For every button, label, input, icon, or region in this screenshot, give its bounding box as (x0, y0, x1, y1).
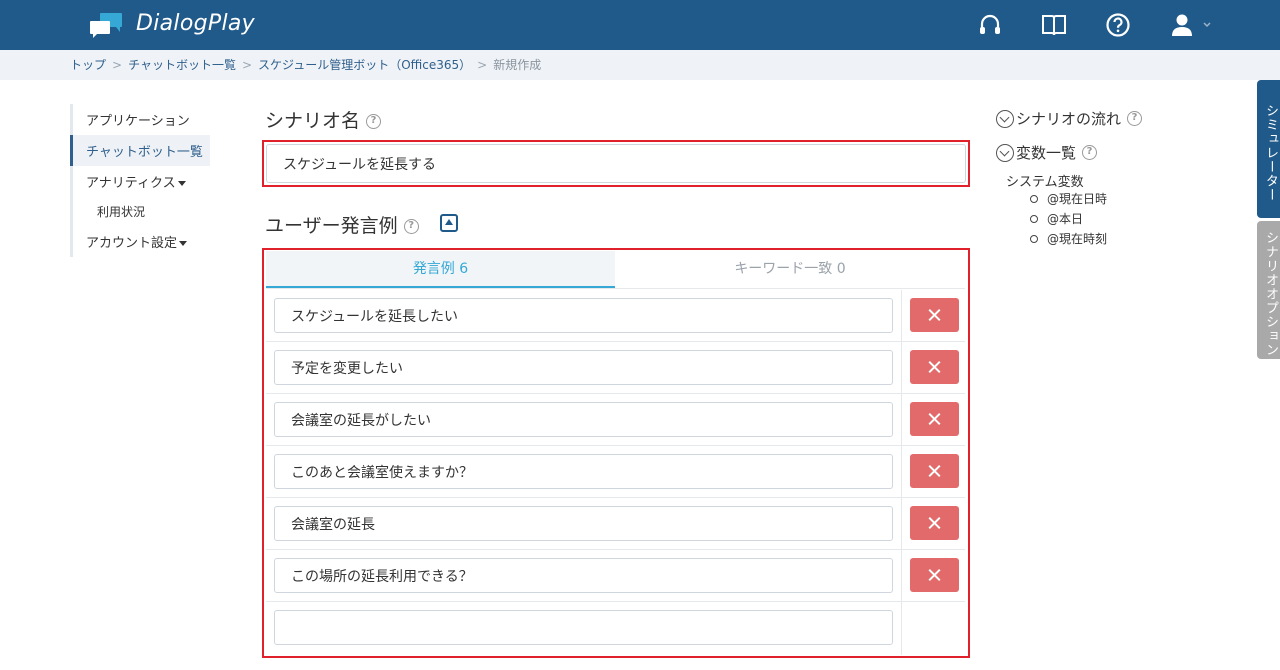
variables-toggle[interactable]: 変数一覧 ? (996, 142, 1098, 163)
utterance-text: スケジュールを延長したい (291, 308, 459, 325)
row-divider (266, 393, 965, 394)
user-icon[interactable] (1170, 12, 1216, 38)
row-divider (266, 549, 965, 550)
row-divider (266, 341, 965, 342)
utterance-text: 会議室の延長 (291, 516, 375, 533)
chevron-down-circle-icon (996, 109, 1014, 128)
logo-icon[interactable] (88, 11, 124, 39)
delete-button[interactable] (910, 506, 959, 540)
help-circle-icon[interactable]: ? (1127, 111, 1143, 126)
sidebar-item-analytics[interactable]: アナリティクス (70, 166, 210, 197)
list-item[interactable]: @現在日時 (1030, 191, 1107, 211)
chevron-down-circle-icon (996, 143, 1014, 162)
row-divider (266, 445, 965, 446)
utterance-title: ユーザー発言例 (265, 215, 398, 237)
breadcrumb-separator: > (477, 58, 488, 72)
delete-button[interactable] (910, 350, 959, 384)
utterance-input[interactable]: このあと会議室使えますか？ (274, 454, 893, 489)
tab-keyword-match[interactable]: キーワード一致 0 (615, 251, 965, 288)
breadcrumb-current: 新規作成 (493, 58, 542, 72)
scenario-name-title: シナリオ名 (265, 110, 361, 132)
breadcrumb-chatbot-list[interactable]: チャットボット一覧 (128, 58, 236, 72)
delete-button[interactable] (910, 454, 959, 488)
sidebar-item-label: アナリティクス (86, 176, 176, 191)
top-bar: DialogPlay (0, 0, 1280, 50)
headset-icon[interactable] (977, 12, 1003, 38)
utterance-input[interactable]: この場所の延長利用できる？ (274, 558, 893, 593)
tab-utterance-examples[interactable]: 発言例 6 (266, 251, 615, 288)
breadcrumb-separator: > (112, 58, 123, 72)
scenario-options-tab[interactable]: シナリオオプション (1257, 221, 1280, 359)
list-item[interactable]: @本日 (1030, 211, 1107, 231)
utterance-text: 予定を変更したい (291, 360, 403, 377)
breadcrumb-bot[interactable]: スケジュール管理ボット（Office365） (258, 58, 471, 72)
help-circle-icon[interactable]: ? (366, 114, 382, 129)
row-divider (266, 497, 965, 498)
utterance-heading: ユーザー発言例? (265, 211, 419, 238)
scenario-flow-label: シナリオの流れ (1016, 110, 1122, 128)
utterance-text: このあと会議室使えますか？ (291, 464, 473, 481)
system-variables-list: @現在日時 @本日 @現在時刻 (1030, 191, 1107, 251)
breadcrumb-separator: > (241, 58, 253, 72)
utterance-input[interactable]: 予定を変更したい (274, 350, 893, 385)
scenario-name-value: スケジュールを延長する (283, 156, 437, 173)
utterance-tabs: 発言例 6 キーワード一致 0 (266, 251, 965, 289)
row-divider (266, 601, 965, 602)
caret-down-icon (179, 241, 188, 246)
collapse-up-icon[interactable] (440, 214, 458, 232)
list-item[interactable]: @現在時刻 (1030, 231, 1107, 251)
book-icon[interactable] (1041, 12, 1067, 38)
sidebar-item-usage[interactable]: 利用状況 (70, 197, 210, 226)
sidebar: アプリケーション チャットボット一覧 アナリティクス 利用状況 アカウント設定 (70, 104, 210, 257)
help-circle-icon[interactable]: ? (403, 219, 419, 234)
brand-name[interactable]: DialogPlay (136, 11, 255, 36)
breadcrumb-top[interactable]: トップ (70, 58, 106, 72)
scenario-name-input[interactable]: スケジュールを延長する (266, 144, 966, 183)
system-variables-title: システム変数 (1006, 175, 1084, 190)
help-icon[interactable] (1105, 12, 1131, 38)
utterance-input[interactable]: スケジュールを延長したい (274, 298, 893, 333)
sidebar-item-chatbot-list[interactable]: チャットボット一覧 (70, 135, 210, 166)
new-utterance-input[interactable] (274, 610, 893, 645)
sidebar-item-label: アカウント設定 (86, 236, 178, 251)
delete-button[interactable] (910, 558, 959, 592)
breadcrumb: トップ > チャットボット一覧 > スケジュール管理ボット（Office365） > 新規作… (0, 50, 1280, 80)
delete-button[interactable] (910, 298, 959, 332)
scenario-flow-toggle[interactable]: シナリオの流れ ? (996, 108, 1143, 129)
sidebar-item-label: 利用状況 (97, 205, 146, 219)
sidebar-item-label: アプリケーション (86, 114, 190, 129)
sidebar-item-account-settings[interactable]: アカウント設定 (70, 226, 210, 257)
simulator-tab[interactable]: シミュレーター (1257, 80, 1280, 218)
caret-down-icon (177, 181, 186, 186)
utterance-input[interactable]: 会議室の延長 (274, 506, 893, 541)
help-circle-icon[interactable]: ? (1082, 145, 1098, 160)
scenario-name-heading: シナリオ名? (265, 106, 382, 133)
sidebar-item-label: チャットボット一覧 (86, 145, 203, 160)
utterance-input[interactable]: 会議室の延長がしたい (274, 402, 893, 437)
delete-button[interactable] (910, 402, 959, 436)
utterance-text: この場所の延長利用できる？ (291, 568, 473, 585)
variables-label: 変数一覧 (1016, 144, 1077, 162)
utterance-text: 会議室の延長がしたい (291, 412, 431, 429)
sidebar-item-application[interactable]: アプリケーション (70, 104, 210, 135)
